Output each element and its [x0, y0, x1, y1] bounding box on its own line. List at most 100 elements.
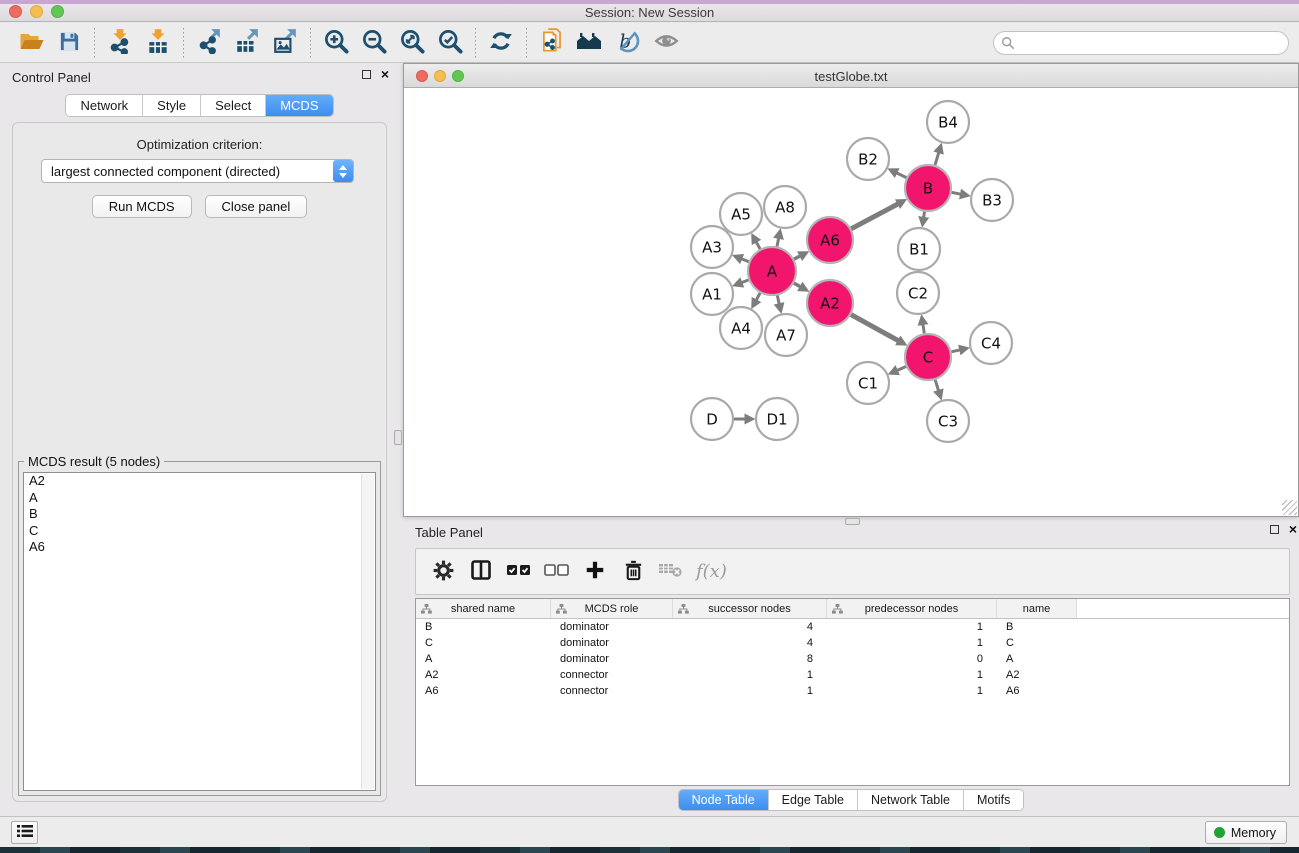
graph-node-A5[interactable]: A5 — [720, 193, 762, 235]
import-table-button[interactable] — [139, 26, 177, 60]
refresh-view-button[interactable] — [482, 26, 520, 60]
graph-edge-B-B3[interactable] — [952, 192, 962, 194]
graph-node-C2[interactable]: C2 — [897, 272, 939, 314]
show-all-columns-button[interactable] — [500, 553, 538, 591]
cell[interactable]: 1 — [827, 683, 997, 699]
graph-edge-A-A3[interactable] — [741, 259, 749, 262]
graph-node-B2[interactable]: B2 — [847, 138, 889, 180]
cell[interactable]: connector — [551, 667, 673, 683]
task-history-button[interactable] — [11, 821, 38, 844]
graph-edge-A-A1[interactable] — [741, 280, 749, 283]
first-neighbors-button[interactable] — [571, 26, 609, 60]
tab-style[interactable]: Style — [143, 95, 201, 116]
cell[interactable]: A — [416, 651, 551, 667]
graph-node-A3[interactable]: A3 — [691, 226, 733, 268]
column-header-successor-nodes[interactable]: successor nodes — [673, 599, 827, 618]
graph-edge-A-A8[interactable] — [777, 237, 779, 246]
column-header-mcds-role[interactable]: MCDS role — [551, 599, 673, 618]
cell[interactable]: dominator — [551, 651, 673, 667]
graph-edge-A-A7[interactable] — [777, 295, 779, 304]
tab-edge-table[interactable]: Edge Table — [769, 790, 858, 810]
cell[interactable]: A6 — [416, 683, 551, 699]
cell[interactable]: A2 — [997, 667, 1077, 683]
graph-edge-C-C1[interactable] — [896, 367, 906, 371]
search-field[interactable] — [993, 31, 1289, 55]
graph-node-B3[interactable]: B3 — [971, 179, 1013, 221]
optimization-criterion-select[interactable]: largest connected component (directed) — [41, 159, 354, 183]
column-header-name[interactable]: name — [997, 599, 1077, 618]
close-panel-icon[interactable]: × — [381, 70, 389, 79]
cell[interactable]: A — [997, 651, 1077, 667]
graph-node-A4[interactable]: A4 — [720, 307, 762, 349]
cell[interactable]: B — [416, 619, 551, 635]
tab-select[interactable]: Select — [201, 95, 266, 116]
mcds-result-item[interactable]: A6 — [24, 539, 375, 556]
tab-node-table[interactable]: Node Table — [679, 790, 769, 810]
memory-button[interactable]: Memory — [1205, 821, 1287, 844]
table-row[interactable]: A2connector11A2 — [416, 667, 1289, 683]
graph-node-A2[interactable]: A2 — [807, 280, 853, 326]
export-network-button[interactable] — [190, 26, 228, 60]
cell[interactable]: connector — [551, 683, 673, 699]
graph-node-B4[interactable]: B4 — [927, 101, 969, 143]
cell[interactable]: A6 — [997, 683, 1077, 699]
zoom-fit-button[interactable] — [393, 26, 431, 60]
cell[interactable]: 4 — [673, 635, 827, 651]
cell[interactable]: C — [416, 635, 551, 651]
graph-node-C4[interactable]: C4 — [970, 322, 1012, 364]
cell[interactable]: 4 — [673, 619, 827, 635]
table-row[interactable]: Cdominator41C — [416, 635, 1289, 651]
cell[interactable]: C — [997, 635, 1077, 651]
graph-edge-A-A2[interactable] — [794, 283, 801, 287]
graph-edge-C-C2[interactable] — [923, 324, 925, 334]
float-table-panel-icon[interactable] — [1270, 525, 1279, 534]
tab-mcds[interactable]: MCDS — [266, 95, 332, 116]
graph-edge-A2-C[interactable] — [851, 315, 899, 342]
graph-node-C[interactable]: C — [905, 334, 951, 380]
graph-node-B1[interactable]: B1 — [898, 228, 940, 270]
cell[interactable]: 8 — [673, 651, 827, 667]
graph-edge-B-B4[interactable] — [935, 152, 939, 165]
toggle-graphics-details-button[interactable]: b — [609, 26, 647, 60]
tab-motifs[interactable]: Motifs — [964, 790, 1023, 810]
new-network-from-selection-button[interactable] — [533, 26, 571, 60]
delete-columns-button[interactable] — [614, 553, 652, 591]
graph-node-D1[interactable]: D1 — [756, 398, 798, 440]
cell[interactable]: A2 — [416, 667, 551, 683]
graph-node-C3[interactable]: C3 — [927, 400, 969, 442]
delete-table-button[interactable] — [652, 553, 690, 591]
tab-network[interactable]: Network — [66, 95, 143, 116]
graph-edge-B-B2[interactable] — [896, 173, 907, 178]
graph-node-B[interactable]: B — [905, 165, 951, 211]
cell[interactable]: 1 — [673, 683, 827, 699]
mcds-result-item[interactable]: C — [24, 523, 375, 540]
cell[interactable]: B — [997, 619, 1077, 635]
function-builder-icon[interactable]: f(x) — [696, 561, 727, 582]
table-row[interactable]: Bdominator41B — [416, 619, 1289, 635]
zoom-out-button[interactable] — [355, 26, 393, 60]
close-table-panel-icon[interactable]: × — [1289, 525, 1297, 534]
graph-edge-A-A5[interactable] — [756, 241, 760, 249]
mcds-result-item[interactable]: A2 — [24, 473, 375, 490]
zoom-in-button[interactable] — [317, 26, 355, 60]
table-gear-button[interactable] — [424, 553, 462, 591]
open-session-button[interactable] — [12, 26, 50, 60]
zoom-selected-button[interactable] — [431, 26, 469, 60]
table-row[interactable]: Adominator80A — [416, 651, 1289, 667]
show-hide-details-button[interactable] — [647, 26, 685, 60]
table-row[interactable]: A6connector11A6 — [416, 683, 1289, 699]
save-session-button[interactable] — [50, 26, 88, 60]
window-resize-grip[interactable] — [1282, 500, 1297, 515]
search-input[interactable] — [1015, 36, 1288, 51]
graph-edge-A-A6[interactable] — [794, 256, 801, 260]
cell[interactable]: dominator — [551, 619, 673, 635]
column-header-shared-name[interactable]: shared name — [416, 599, 551, 618]
mcds-result-list[interactable]: A2ABCA6 — [23, 472, 376, 791]
graph-node-A1[interactable]: A1 — [691, 273, 733, 315]
graph-edge-A6-B[interactable] — [851, 204, 899, 229]
cell[interactable]: 1 — [827, 667, 997, 683]
network-canvas[interactable]: B4B2BB3A5A8A6B1A3AA1C2A2A4A7C4CC1C3DD1 — [404, 89, 1298, 516]
split-columns-button[interactable] — [462, 553, 500, 591]
graph-node-A8[interactable]: A8 — [764, 186, 806, 228]
create-column-button[interactable] — [576, 553, 614, 591]
